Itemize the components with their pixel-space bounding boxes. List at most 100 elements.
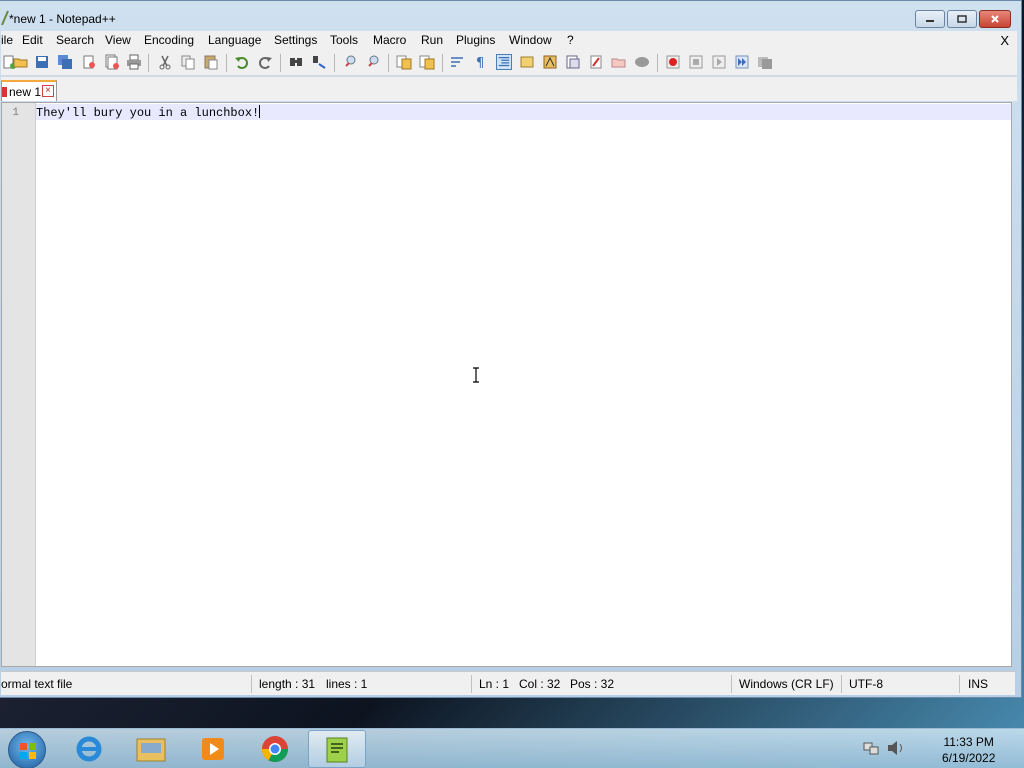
- copy-icon[interactable]: [180, 54, 196, 70]
- menu-settings[interactable]: Settings: [274, 33, 317, 47]
- status-eol[interactable]: Windows (CR LF): [739, 677, 834, 691]
- show-all-chars-icon[interactable]: ¶: [473, 54, 489, 70]
- stop-macro-icon[interactable]: [688, 54, 704, 70]
- spellcheck-icon[interactable]: [634, 54, 650, 70]
- taskbar-file-explorer[interactable]: [122, 730, 180, 768]
- tab-bar: new 1 ×: [1, 77, 1017, 101]
- close-icon: [991, 15, 999, 23]
- zoom-out-icon[interactable]: [365, 54, 381, 70]
- save-icon[interactable]: [34, 54, 50, 70]
- folder-as-workspace-icon[interactable]: [588, 54, 604, 70]
- replace-icon[interactable]: [311, 54, 327, 70]
- sync-horizontal-icon[interactable]: [419, 54, 435, 70]
- taskbar-internet-explorer[interactable]: [60, 730, 118, 768]
- network-icon[interactable]: [862, 739, 880, 757]
- find-icon[interactable]: [288, 54, 304, 70]
- status-bar: ormal text file length : 31 lines : 1 Ln…: [1, 671, 1015, 695]
- monitoring-icon[interactable]: [611, 54, 627, 70]
- system-tray: [862, 739, 906, 757]
- editor-text-line[interactable]: They'll bury you in a lunchbox!: [36, 105, 261, 120]
- status-separator: [251, 675, 252, 693]
- menu-macro[interactable]: Macro: [373, 33, 406, 47]
- close-window-button[interactable]: [979, 10, 1011, 28]
- toolbar-separator: [280, 54, 281, 72]
- line-number: 1: [12, 107, 19, 119]
- save-macro-icon[interactable]: [757, 54, 773, 70]
- word-wrap-icon[interactable]: [450, 54, 466, 70]
- close-all-icon[interactable]: [104, 54, 120, 70]
- title-bar[interactable]: *new 1 - Notepad++: [0, 1, 1021, 35]
- status-column: Col : 32: [519, 677, 561, 691]
- status-line: Ln : 1: [479, 677, 510, 691]
- restore-icon: [957, 15, 967, 23]
- status-position: Pos : 32: [570, 677, 615, 691]
- menu-plugins[interactable]: Plugins: [456, 33, 495, 47]
- status-encoding[interactable]: UTF-8: [849, 677, 883, 691]
- play-macro-icon[interactable]: [711, 54, 727, 70]
- print-icon[interactable]: [126, 54, 142, 70]
- volume-icon[interactable]: [886, 739, 906, 757]
- menu-language[interactable]: Language: [208, 33, 261, 47]
- menu-tools[interactable]: Tools: [330, 33, 358, 47]
- close-icon[interactable]: [81, 54, 97, 70]
- status-separator: [959, 675, 960, 693]
- menu-search[interactable]: Search: [56, 33, 94, 47]
- taskbar-notepad-plus-plus[interactable]: [308, 730, 366, 768]
- close-document-x[interactable]: X: [1000, 33, 1009, 48]
- menu-window[interactable]: Window: [509, 33, 552, 47]
- status-separator: [731, 675, 732, 693]
- ibeam-cursor-icon: [473, 367, 479, 383]
- menu-help[interactable]: ?: [567, 33, 574, 47]
- unsaved-file-icon: [2, 87, 7, 97]
- status-insert-mode[interactable]: INS: [968, 677, 988, 691]
- menu-edit[interactable]: Edit: [22, 33, 43, 47]
- system-clock[interactable]: 11:33 PM 6/19/2022: [942, 734, 995, 766]
- start-button[interactable]: [8, 731, 46, 768]
- notepad-plus-plus-icon: [326, 737, 348, 763]
- notepadpp-app-icon: [1, 10, 9, 26]
- document-map-icon[interactable]: [542, 54, 558, 70]
- file-explorer-icon: [136, 738, 166, 762]
- media-player-icon: [202, 738, 224, 760]
- minimize-button[interactable]: [915, 10, 945, 28]
- svg-text:¶: ¶: [476, 56, 484, 70]
- maximize-button[interactable]: [947, 10, 977, 28]
- taskbar-chrome[interactable]: [246, 730, 304, 768]
- tab-close-icon[interactable]: ×: [42, 85, 54, 97]
- window-title: *new 1 - Notepad++: [9, 12, 116, 26]
- record-macro-icon[interactable]: [665, 54, 681, 70]
- menu-view[interactable]: View: [105, 33, 131, 47]
- tab-new-1[interactable]: new 1 ×: [1, 80, 57, 101]
- status-file-type: ormal text file: [1, 677, 73, 691]
- redo-icon[interactable]: [257, 54, 273, 70]
- taskbar-media-player[interactable]: [184, 730, 242, 768]
- menu-encoding[interactable]: Encoding: [144, 33, 194, 47]
- internet-explorer-icon: [76, 736, 102, 762]
- toolbar-separator: [226, 54, 227, 72]
- menu-run[interactable]: Run: [421, 33, 443, 47]
- toolbar-separator: [388, 54, 389, 72]
- sync-vertical-icon[interactable]: [396, 54, 412, 70]
- save-all-icon[interactable]: [57, 54, 73, 70]
- open-file-icon[interactable]: [13, 54, 29, 70]
- clock-time: 11:33 PM: [943, 735, 994, 749]
- editor-area[interactable]: 1 They'll bury you in a lunchbox!: [1, 102, 1012, 667]
- indent-guide-icon[interactable]: [496, 54, 512, 70]
- minimize-icon: [926, 20, 934, 22]
- function-list-icon[interactable]: [565, 54, 581, 70]
- line-number-gutter: 1: [2, 103, 36, 666]
- udl-icon[interactable]: [519, 54, 535, 70]
- menu-file[interactable]: ile: [1, 33, 13, 47]
- cut-icon[interactable]: [157, 54, 173, 70]
- toolbar-separator: [442, 54, 443, 72]
- text-caret: [259, 105, 261, 118]
- paste-icon[interactable]: [203, 54, 219, 70]
- run-macro-multiple-icon[interactable]: [734, 54, 750, 70]
- menu-bar: ile Edit Search View Encoding Language S…: [1, 31, 1017, 50]
- zoom-in-icon[interactable]: [342, 54, 358, 70]
- windows-logo-icon: [20, 743, 36, 759]
- taskbar: 11:33 PM 6/19/2022: [0, 728, 1024, 768]
- tab-label: new 1: [9, 85, 42, 99]
- undo-icon[interactable]: [234, 54, 250, 70]
- toolbar-separator: [334, 54, 335, 72]
